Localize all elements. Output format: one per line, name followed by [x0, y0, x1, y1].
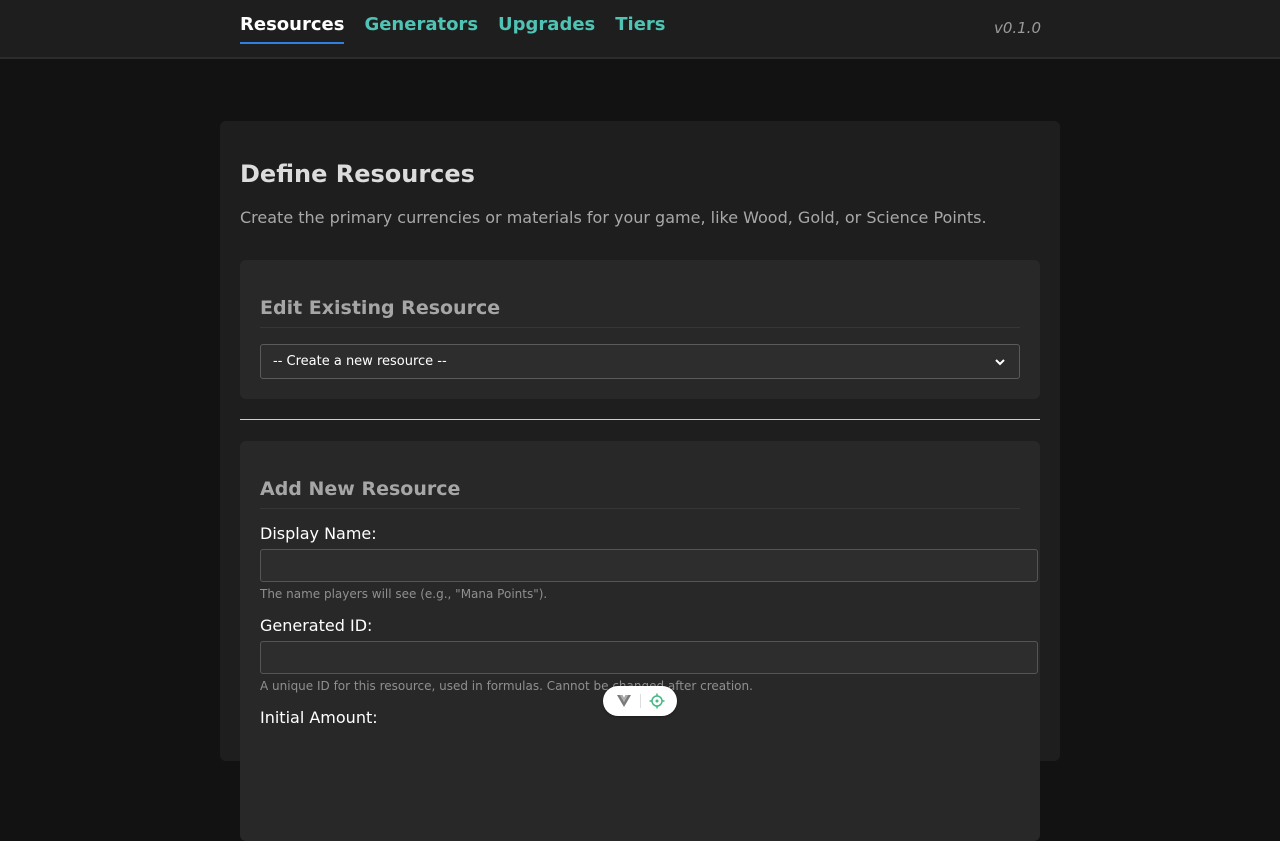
page-title: Define Resources: [240, 160, 475, 188]
tab-upgrades[interactable]: Upgrades: [498, 13, 595, 44]
tab-generators[interactable]: Generators: [364, 13, 478, 44]
page-description: Create the primary currencies or materia…: [240, 208, 987, 227]
main-panel: Define Resources Create the primary curr…: [220, 121, 1060, 841]
nav-tabs: Resources Generators Upgrades Tiers: [240, 13, 666, 44]
tab-resources[interactable]: Resources: [240, 13, 345, 44]
vue-logo-icon[interactable]: [614, 691, 634, 711]
resource-select[interactable]: -- Create a new resource --: [260, 344, 1020, 379]
display-name-hint: The name players will see (e.g., "Mana P…: [260, 587, 548, 601]
inspect-target-icon[interactable]: [647, 691, 667, 711]
edit-section-title: Edit Existing Resource: [260, 295, 1020, 328]
generated-id-input[interactable]: [260, 641, 1038, 674]
generated-id-label: Generated ID:: [260, 616, 373, 635]
display-name-label: Display Name:: [260, 524, 377, 543]
display-name-input[interactable]: [260, 549, 1038, 582]
add-section-title: Add New Resource: [260, 476, 1020, 509]
generated-id-hint: A unique ID for this resource, used in f…: [260, 679, 753, 693]
edit-resource-card: Edit Existing Resource -- Create a new r…: [240, 260, 1040, 399]
tab-tiers[interactable]: Tiers: [615, 13, 665, 44]
section-divider: [240, 419, 1040, 420]
initial-amount-label: Initial Amount:: [260, 708, 378, 727]
chevron-down-icon: [993, 355, 1007, 369]
top-navigation-bar: Resources Generators Upgrades Tiers v0.1…: [0, 0, 1280, 59]
resource-select-value: -- Create a new resource --: [273, 354, 447, 369]
add-resource-card: Add New Resource Display Name: The name …: [240, 441, 1040, 841]
version-label: v0.1.0: [993, 19, 1041, 37]
toolbar-separator: [639, 694, 641, 708]
devtools-floating-toolbar: [603, 686, 677, 716]
